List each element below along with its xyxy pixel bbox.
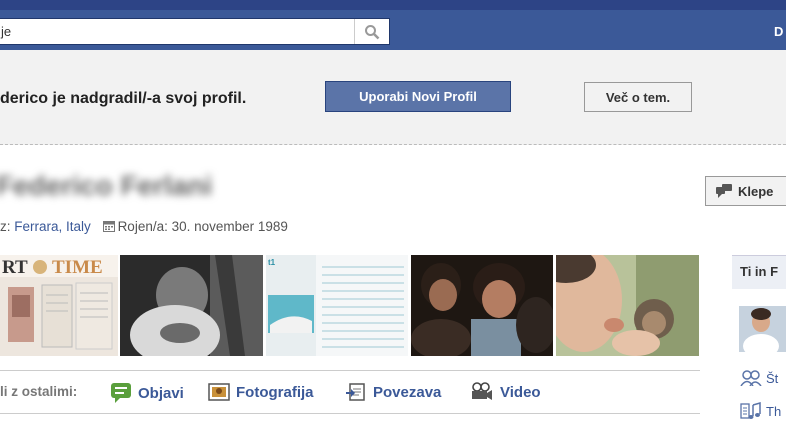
sidebar-mutual-friends[interactable]: Št xyxy=(740,370,778,386)
banner-message: derico je nadgradil/-a svoj profil. xyxy=(0,90,247,107)
photo-thumbnail[interactable] xyxy=(556,255,699,356)
sidebar-heading: Ti in F xyxy=(732,255,786,289)
search-button[interactable] xyxy=(354,19,389,44)
hometown-link[interactable]: Ferrara, Italy xyxy=(14,219,91,234)
search-icon xyxy=(365,24,380,39)
friend-avatar[interactable] xyxy=(739,306,786,352)
profile-info: z: Ferrara, Italy Rojen/a: 30. november … xyxy=(0,219,288,234)
share-link-button[interactable]: Povezava xyxy=(345,382,441,402)
top-nav-link[interactable]: D xyxy=(774,24,783,39)
share-post-button[interactable]: Objavi xyxy=(110,382,184,404)
profile-name: Federico Ferlani xyxy=(0,170,213,201)
photo-thumbnail[interactable] xyxy=(411,255,553,356)
photo-thumbnail[interactable]: t1 xyxy=(266,255,408,356)
svg-text:RT: RT xyxy=(2,257,28,278)
share-video-label: Video xyxy=(500,383,541,401)
svg-text:TIME: TIME xyxy=(52,257,103,278)
use-new-profile-button[interactable]: Uporabi Novi Profil xyxy=(325,81,511,112)
video-camera-icon xyxy=(472,382,492,400)
search-input[interactable]: je xyxy=(1,24,11,39)
poke-icon xyxy=(716,184,732,198)
top-stripe xyxy=(0,0,786,10)
share-photo-button[interactable]: Fotografija xyxy=(208,382,314,402)
svg-text:t1: t1 xyxy=(268,258,276,267)
photo-icon xyxy=(208,383,230,401)
share-photo-label: Fotografija xyxy=(236,383,314,401)
from-prefix: z: xyxy=(0,219,15,234)
sidebar-row-label: Št xyxy=(766,370,779,386)
share-label: li z ostalimi: xyxy=(0,384,78,399)
learn-more-button[interactable]: Več o tem. xyxy=(584,82,692,112)
share-video-button[interactable]: Video xyxy=(470,382,541,402)
speech-bubble-icon xyxy=(111,383,131,403)
calendar-icon xyxy=(102,221,115,232)
people-icon xyxy=(740,370,762,386)
top-navigation-bar: je D xyxy=(0,0,786,50)
poke-button[interactable]: Klepe xyxy=(705,176,786,206)
share-link-label: Povezava xyxy=(373,383,442,401)
sidebar-music[interactable]: Th xyxy=(740,402,781,420)
photo-thumbnail[interactable] xyxy=(120,255,263,356)
poke-label: Klepe xyxy=(738,183,774,199)
share-post-label: Objavi xyxy=(138,384,184,402)
birthday-text: Rojen/a: 30. november 1989 xyxy=(117,219,288,234)
photo-thumbnail[interactable]: RT TIME xyxy=(0,255,118,356)
share-bar: li z ostalimi: Objavi Fotografija Poveza… xyxy=(0,370,700,414)
sidebar-row-label: Th xyxy=(766,403,782,419)
search-box[interactable]: je xyxy=(0,18,390,45)
link-icon xyxy=(346,383,365,401)
music-icon xyxy=(740,402,761,419)
